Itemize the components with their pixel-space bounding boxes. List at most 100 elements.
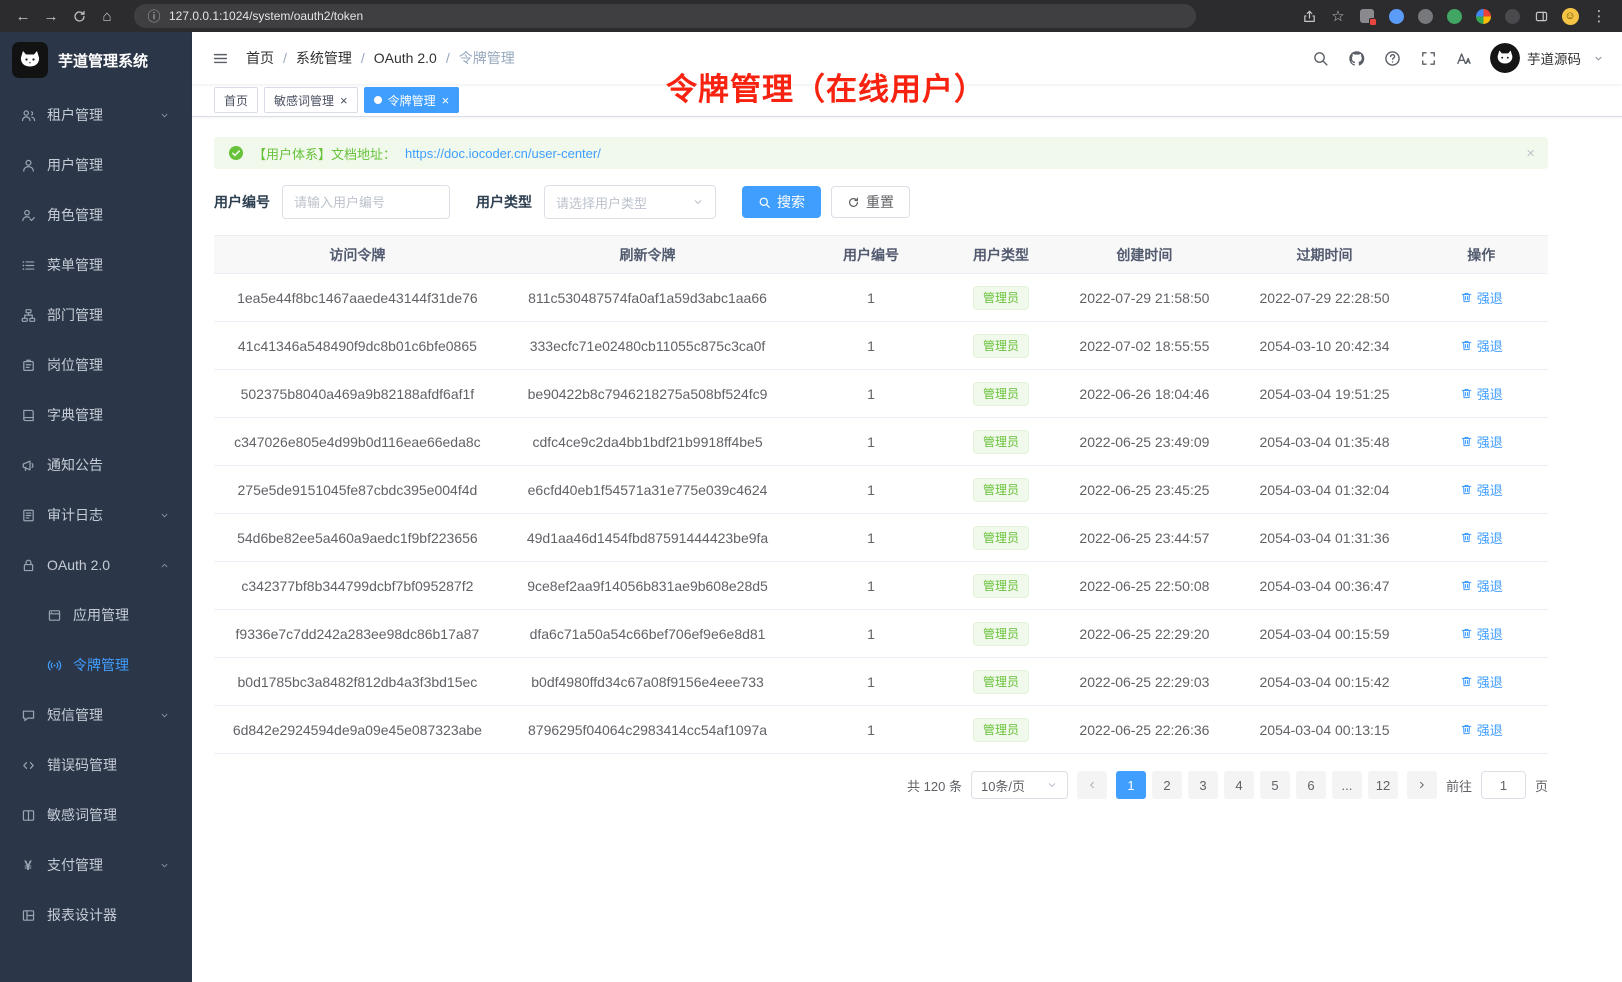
extension-color-icon[interactable]	[1470, 4, 1496, 28]
home-icon[interactable]: ⌂	[94, 4, 120, 28]
tab-close-icon[interactable]: ×	[442, 94, 450, 107]
sidebar-item-label: 岗位管理	[47, 355, 103, 375]
sidebar-item-oauth2-token[interactable]: 令牌管理	[0, 640, 192, 690]
page-size-select[interactable]: 10条/页	[971, 771, 1068, 799]
sidebar-item-post[interactable]: 岗位管理	[0, 340, 192, 390]
table-row: b0d1785bc3a8482f812db4a3f3bd15ecb0df4980…	[214, 658, 1548, 706]
table-row: 502375b8040a469a9b82188afdf6af1fbe90422b…	[214, 370, 1548, 418]
prev-page-button[interactable]	[1077, 771, 1107, 799]
force-logout-button[interactable]: 强退	[1460, 480, 1503, 499]
force-logout-button[interactable]: 强退	[1460, 384, 1503, 403]
page-button-1[interactable]: 1	[1116, 771, 1146, 799]
breadcrumb-separator: /	[361, 50, 365, 66]
page-button-3[interactable]: 3	[1188, 771, 1218, 799]
force-logout-label: 强退	[1477, 336, 1503, 355]
sidebar-item-sensitive-word[interactable]: 敏感词管理	[0, 790, 192, 840]
sidebar-item-dept[interactable]: 部门管理	[0, 290, 192, 340]
site-info-icon[interactable]: ⓘ	[146, 8, 162, 24]
breadcrumb-item[interactable]: OAuth 2.0	[374, 50, 437, 66]
page-button-5[interactable]: 5	[1260, 771, 1290, 799]
user-menu[interactable]: 芋道源码	[1490, 43, 1608, 73]
page-button-12[interactable]: 12	[1368, 771, 1398, 799]
reset-button[interactable]: 重置	[831, 186, 910, 218]
book-icon	[20, 407, 36, 423]
search-icon[interactable]	[1310, 48, 1330, 68]
force-logout-button[interactable]: 强退	[1460, 720, 1503, 739]
token-table: 访问令牌刷新令牌用户编号用户类型创建时间过期时间操作 1ea5e44f8bc14…	[214, 235, 1548, 754]
search-button[interactable]: 搜索	[742, 186, 821, 218]
force-logout-button[interactable]: 强退	[1460, 528, 1503, 547]
table-body: 1ea5e44f8bc1467aaede43144f31de76811c5304…	[214, 274, 1548, 754]
help-icon[interactable]	[1382, 48, 1402, 68]
sidebar-item-oauth2-app[interactable]: 应用管理	[0, 590, 192, 640]
force-logout-button[interactable]: 强退	[1460, 624, 1503, 643]
force-logout-button[interactable]: 强退	[1460, 672, 1503, 691]
sidebar-item-error-code[interactable]: 错误码管理	[0, 740, 192, 790]
user-id-cell: 1	[794, 466, 947, 514]
alert-close-icon[interactable]: ×	[1526, 145, 1535, 162]
share-icon[interactable]	[1296, 4, 1322, 28]
sidebar-item-oauth2[interactable]: OAuth 2.0	[0, 540, 192, 590]
extension-red-icon[interactable]	[1354, 4, 1380, 28]
side-panel-icon[interactable]	[1528, 4, 1554, 28]
code-icon	[20, 757, 36, 773]
sidebar-item-tenant[interactable]: 租户管理	[0, 90, 192, 140]
user-type-select[interactable]: 请选择用户类型	[544, 185, 716, 219]
sidebar-item-report-designer[interactable]: 报表设计器	[0, 890, 192, 940]
page-button-4[interactable]: 4	[1224, 771, 1254, 799]
sidebar-item-role[interactable]: 角色管理	[0, 190, 192, 240]
page-button-6[interactable]: 6	[1296, 771, 1326, 799]
access-token-cell: 54d6be82ee5a460a9aedc1f9bf223656	[214, 514, 501, 562]
sidebar-collapse-icon[interactable]	[206, 44, 234, 72]
sidebar-item-menu[interactable]: 菜单管理	[0, 240, 192, 290]
fullscreen-icon[interactable]	[1418, 48, 1438, 68]
font-size-icon[interactable]	[1454, 48, 1474, 68]
goto-page-input[interactable]	[1481, 771, 1526, 799]
page-button-2[interactable]: 2	[1152, 771, 1182, 799]
tab-home[interactable]: 首页	[214, 87, 258, 113]
bookmark-star-icon[interactable]: ☆	[1325, 4, 1351, 28]
tab-token[interactable]: 令牌管理×	[364, 87, 460, 113]
lock-icon	[20, 557, 36, 573]
back-icon[interactable]: ←	[10, 4, 36, 28]
user-id-input[interactable]	[282, 185, 450, 219]
extension-blue-icon[interactable]	[1383, 4, 1409, 28]
next-page-button[interactable]	[1407, 771, 1437, 799]
breadcrumb-item[interactable]: 首页	[246, 48, 274, 68]
trash-icon	[1460, 627, 1473, 640]
doc-link[interactable]: https://doc.iocoder.cn/user-center/	[405, 146, 601, 161]
sidebar-item-notice[interactable]: 通知公告	[0, 440, 192, 490]
extension-dark-icon[interactable]	[1412, 4, 1438, 28]
breadcrumb-item[interactable]: 系统管理	[296, 48, 352, 68]
sidebar-item-sms[interactable]: 短信管理	[0, 690, 192, 740]
github-icon[interactable]	[1346, 48, 1366, 68]
force-logout-button[interactable]: 强退	[1460, 576, 1503, 595]
force-logout-button[interactable]: 强退	[1460, 432, 1503, 451]
trash-icon	[1460, 339, 1473, 352]
extension-gray-icon[interactable]	[1499, 4, 1525, 28]
extension-green-icon[interactable]	[1441, 4, 1467, 28]
sidebar-item-label: 菜单管理	[47, 255, 103, 275]
sidebar-item-user[interactable]: 用户管理	[0, 140, 192, 190]
app-logo[interactable]: 芋道管理系统	[0, 32, 192, 88]
forward-icon[interactable]: →	[38, 4, 64, 28]
sidebar-item-audit-log[interactable]: 审计日志	[0, 490, 192, 540]
sidebar-item-dict[interactable]: 字典管理	[0, 390, 192, 440]
profile-avatar-icon[interactable]: ☺	[1557, 4, 1583, 28]
user-type-badge: 管理员	[973, 430, 1029, 454]
user-type-cell: 管理员	[948, 466, 1055, 514]
address-bar[interactable]: ⓘ 127.0.0.1:1024/system/oauth2/token	[134, 4, 1196, 28]
sidebar-item-pay[interactable]: ¥支付管理	[0, 840, 192, 890]
force-logout-button[interactable]: 强退	[1460, 336, 1503, 355]
tab-sensitive-word[interactable]: 敏感词管理×	[264, 87, 358, 113]
broadcast-icon	[46, 657, 62, 673]
access-token-cell: 275e5de9151045fe87cbdc395e004f4d	[214, 466, 501, 514]
tab-close-icon[interactable]: ×	[340, 94, 348, 107]
refresh-token-cell: 811c530487574fa0af1a59d3abc1aa66	[501, 274, 794, 322]
pager-ellipsis[interactable]: ...	[1332, 771, 1362, 799]
refresh-icon[interactable]	[66, 4, 92, 28]
browser-menu-icon[interactable]: ⋮	[1586, 4, 1612, 28]
force-logout-button[interactable]: 强退	[1460, 288, 1503, 307]
sidebar-item-label: 应用管理	[73, 605, 129, 625]
access-token-cell: 1ea5e44f8bc1467aaede43144f31de76	[214, 274, 501, 322]
